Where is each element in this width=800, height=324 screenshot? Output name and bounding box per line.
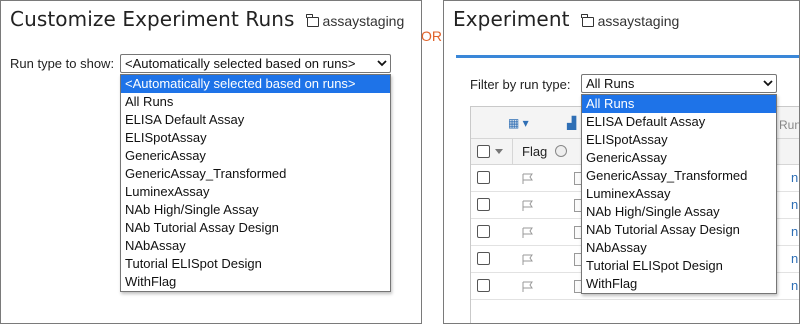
folder-name: assaystaging <box>322 13 405 29</box>
run-type-option[interactable]: NAb Tutorial Assay Design <box>121 219 390 237</box>
flag-icon[interactable] <box>521 173 535 185</box>
flag-icon[interactable] <box>521 200 535 212</box>
run-type-option[interactable]: All Runs <box>121 93 390 111</box>
folder-breadcrumb[interactable]: assaystaging <box>581 13 680 29</box>
filter-option[interactable]: GenericAssay_Transformed <box>582 167 776 185</box>
row-link-fragment[interactable]: n <box>791 251 798 266</box>
folder-icon <box>306 14 319 27</box>
run-type-option[interactable]: NAb High/Single Assay <box>121 201 390 219</box>
runs-button-fragment[interactable]: Run <box>779 118 799 132</box>
filter-option[interactable]: GenericAssay <box>582 149 776 167</box>
run-type-label: Run type to show: <box>10 56 115 71</box>
run-type-option[interactable]: GenericAssay_Transformed <box>121 165 390 183</box>
folder-icon <box>581 14 594 27</box>
or-separator: OR <box>421 28 442 44</box>
filter-option[interactable]: All Runs <box>582 95 776 113</box>
flag-icon[interactable] <box>521 281 535 293</box>
column-menu-icon[interactable] <box>555 145 567 157</box>
row-checkbox[interactable] <box>477 279 490 292</box>
flag-icon[interactable] <box>521 227 535 239</box>
chart-icon[interactable]: ▟ <box>567 116 576 130</box>
select-all-checkbox[interactable] <box>477 145 490 158</box>
row-checkbox[interactable] <box>477 171 490 184</box>
flag-icon[interactable] <box>521 254 535 266</box>
flag-column-header[interactable]: Flag <box>522 144 547 159</box>
run-type-option[interactable]: <Automatically selected based on runs> <box>121 75 390 93</box>
row-checkbox[interactable] <box>477 198 490 211</box>
row-link-fragment[interactable]: n <box>791 170 798 185</box>
column-divider <box>512 139 513 164</box>
run-type-dropdown-list: <Automatically selected based on runs> A… <box>120 74 391 292</box>
page-title: Experiment <box>453 7 570 31</box>
run-type-option[interactable]: NAbAssay <box>121 237 390 255</box>
left-title-row: Customize Experiment Runs assaystaging <box>10 7 404 31</box>
run-type-selected-value: <Automatically selected based on runs> <box>125 56 356 71</box>
row-checkbox[interactable] <box>477 225 490 238</box>
run-type-option[interactable]: Tutorial ELISpot Design <box>121 255 390 273</box>
filter-option[interactable]: LuminexAssay <box>582 185 776 203</box>
chevron-down-icon <box>377 60 387 67</box>
page-title: Customize Experiment Runs <box>10 7 295 31</box>
run-type-select[interactable]: <Automatically selected based on runs> <box>120 54 391 73</box>
filter-selected-value: All Runs <box>586 76 635 91</box>
filter-option[interactable]: NAbAssay <box>582 239 776 257</box>
row-link-fragment[interactable]: n <box>791 278 798 293</box>
right-title-row: Experiment assaystaging <box>453 7 679 31</box>
row-checkbox[interactable] <box>477 252 490 265</box>
chevron-down-icon <box>763 80 773 87</box>
run-type-option[interactable]: ELISA Default Assay <box>121 111 390 129</box>
caret-down-icon[interactable] <box>495 149 503 154</box>
filter-option[interactable]: NAb Tutorial Assay Design <box>582 221 776 239</box>
filter-option[interactable]: Tutorial ELISpot Design <box>582 257 776 275</box>
row-link-fragment[interactable]: n <box>791 197 798 212</box>
filter-run-type-select[interactable]: All Runs <box>581 74 777 93</box>
run-type-option[interactable]: GenericAssay <box>121 147 390 165</box>
run-type-option[interactable]: WithFlag <box>121 273 390 291</box>
run-type-option[interactable]: LuminexAssay <box>121 183 390 201</box>
folder-name: assaystaging <box>597 13 680 29</box>
folder-breadcrumb[interactable]: assaystaging <box>306 13 405 29</box>
customize-runs-panel: Customize Experiment Runs assaystaging R… <box>0 0 422 324</box>
filter-option[interactable]: ELISA Default Assay <box>582 113 776 131</box>
filter-option[interactable]: WithFlag <box>582 275 776 293</box>
filter-run-type-label: Filter by run type: <box>470 77 571 92</box>
filter-run-type-dropdown-list: All Runs ELISA Default Assay ELISpotAssa… <box>581 94 777 294</box>
row-link-fragment[interactable]: n <box>791 224 798 239</box>
experiment-panel: Experiment assaystaging ▦ ▾ ▟ Run Flag n <box>443 0 800 324</box>
section-divider <box>456 55 799 58</box>
run-type-option[interactable]: ELISpotAssay <box>121 129 390 147</box>
filter-option[interactable]: ELISpotAssay <box>582 131 776 149</box>
grid-view-icon[interactable]: ▦ ▾ <box>508 116 529 130</box>
filter-option[interactable]: NAb High/Single Assay <box>582 203 776 221</box>
